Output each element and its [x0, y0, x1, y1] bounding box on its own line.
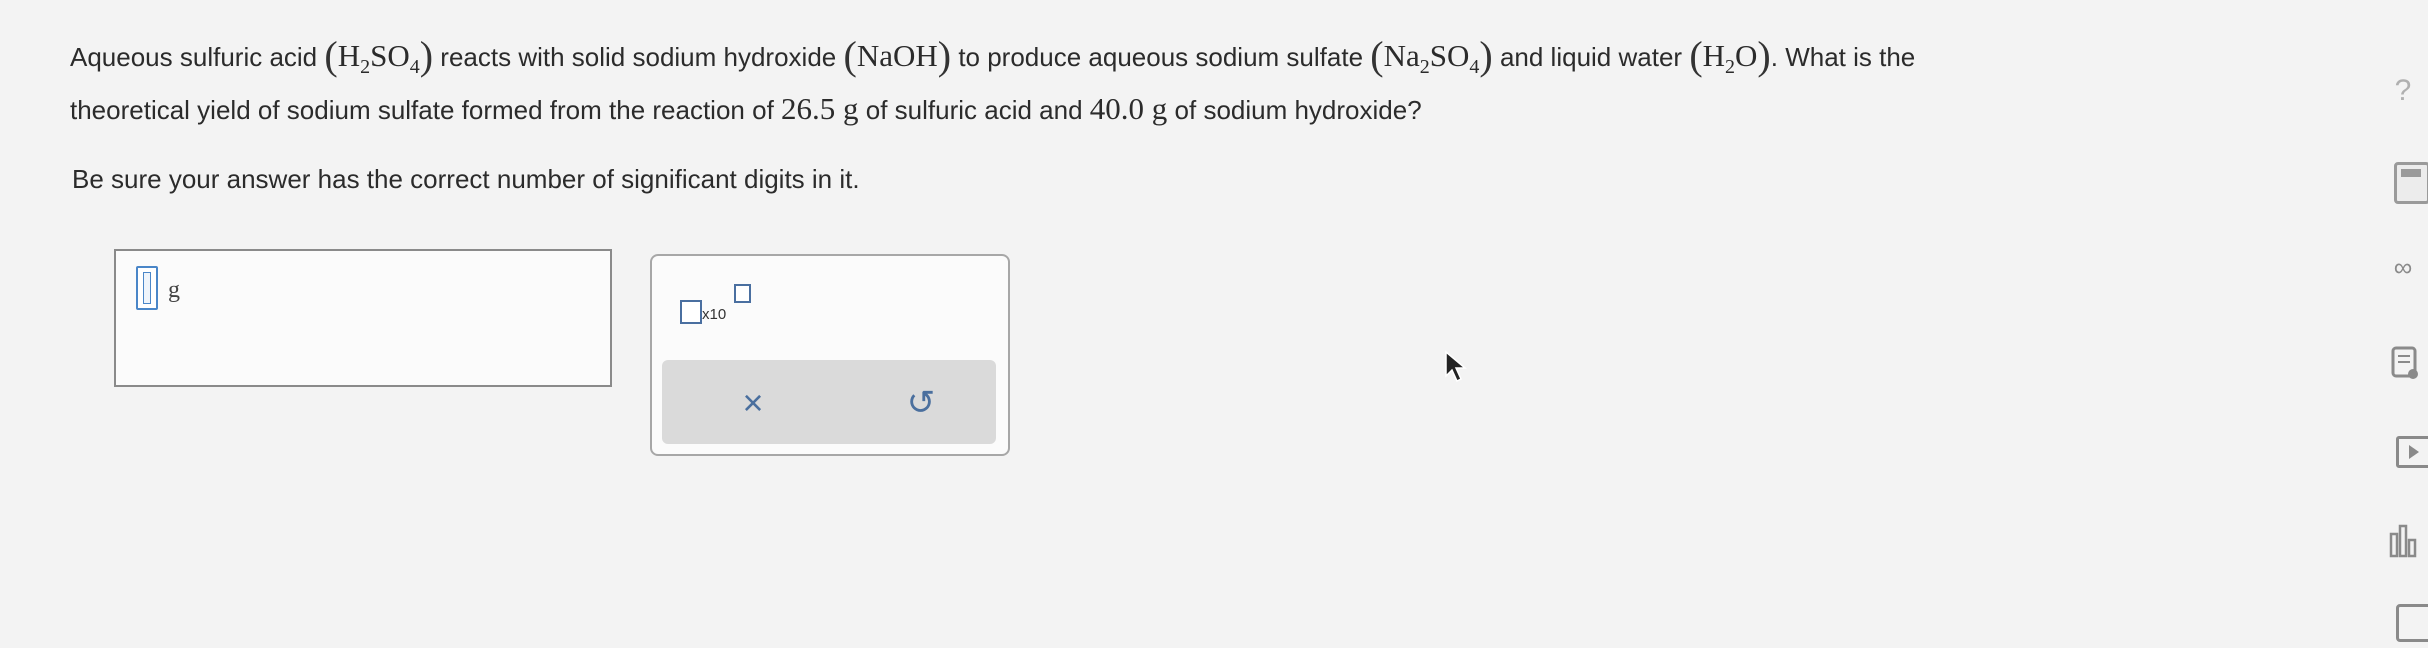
calculator-button[interactable] — [2380, 160, 2428, 204]
right-sidebar: ? ∞ — [2370, 0, 2428, 648]
question-line-2: theoretical yield of sodium sulfate form… — [70, 79, 2340, 140]
scientific-notation-button[interactable]: x10 — [680, 284, 770, 334]
formula-sodium-sulfate: Na2SO4 — [1383, 38, 1480, 78]
book-icon — [2391, 346, 2418, 379]
question-line-1: Aqueous sulfuric acid (H2SO4) reacts wit… — [70, 33, 1916, 78]
question-text-part: Aqueous sulfuric acid — [70, 42, 318, 72]
formula-sulfuric-acid: H2SO4 — [337, 38, 420, 78]
exponent-box-icon — [734, 284, 751, 303]
question-text-part: . What is the — [1770, 42, 1916, 72]
mantissa-box-icon — [680, 300, 702, 324]
answer-input-box[interactable]: g — [114, 249, 612, 387]
formula-water: H2O — [1702, 38, 1758, 78]
clear-button[interactable]: × — [728, 378, 778, 428]
question-text-part: to produce aqueous sodium sulfate — [958, 42, 1364, 72]
formula-sodium-hydroxide: NaOH — [856, 38, 938, 73]
periodic-table-button[interactable]: ∞ — [2380, 252, 2426, 292]
question-text-part: reacts with solid sodium hydroxide — [440, 42, 837, 72]
play-icon — [2396, 436, 2428, 468]
help-button[interactable]: ? — [2380, 74, 2426, 114]
x10-label: x10 — [702, 306, 727, 323]
answer-unit: g — [168, 277, 180, 303]
instruction-text: Be sure your answer has the correct numb… — [72, 164, 860, 194]
question-mark-icon: ? — [2394, 74, 2412, 107]
math-tool-panel: x10 × ↺ — [650, 254, 1010, 456]
undo-icon: ↺ — [906, 384, 936, 422]
calculator-icon — [2394, 162, 2428, 204]
question-text-part: and liquid water — [1499, 42, 1683, 72]
question-text: Aqueous sulfuric acid (H2SO4) reacts wit… — [70, 26, 2340, 140]
mass-sulfuric-acid: 26.5 g — [781, 91, 859, 126]
question-text-part: of sulfuric acid and — [865, 95, 1083, 125]
undo-button[interactable]: ↺ — [896, 378, 946, 428]
video-button[interactable] — [2380, 432, 2428, 472]
mouse-cursor-icon — [1445, 350, 1468, 383]
extra-tool-button[interactable] — [2380, 600, 2428, 642]
textbook-button[interactable] — [2380, 344, 2426, 384]
mass-sodium-hydroxide: 40.0 g — [1089, 91, 1168, 126]
close-icon: × — [742, 382, 764, 423]
question-text-part: theoretical yield of sodium sulfate form… — [70, 95, 774, 125]
infinity-icon: ∞ — [2393, 252, 2413, 282]
question-text-part: of sodium hydroxide? — [1174, 95, 1422, 125]
tool-icon — [2396, 604, 2428, 642]
action-button-bar: × ↺ — [662, 360, 996, 444]
bar-chart-icon — [2389, 524, 2417, 558]
data-button[interactable] — [2380, 520, 2426, 560]
answer-input-field[interactable] — [136, 266, 158, 310]
